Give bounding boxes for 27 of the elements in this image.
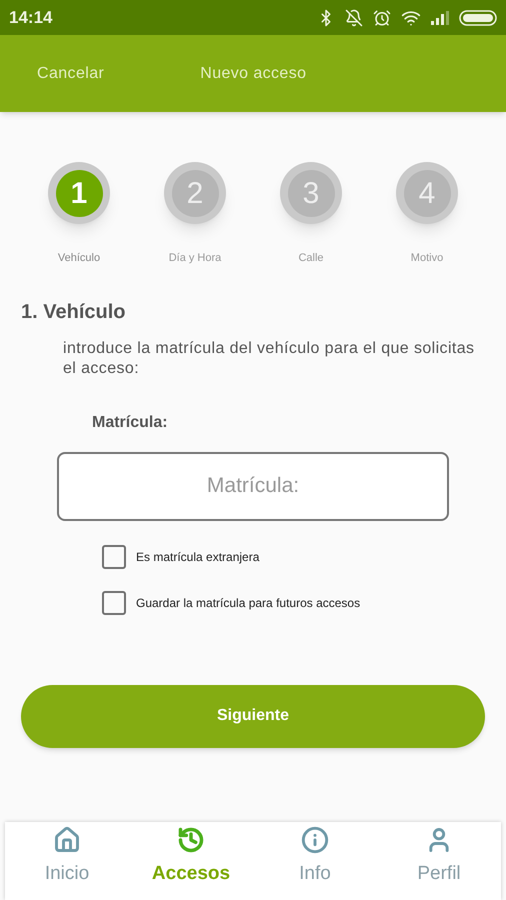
history-icon	[177, 826, 205, 854]
cancel-button[interactable]: Cancelar	[37, 62, 104, 86]
step-label: Vehículo	[58, 251, 100, 266]
info-icon	[301, 826, 329, 854]
nav-tab[interactable]: Accesos	[129, 822, 253, 900]
signal-icon	[431, 10, 449, 24]
checkbox-label: Es matrícula extranjera	[136, 548, 260, 566]
instructions-text: introduce la matrícula del vehículo para el que solicitas el acceso:	[63, 338, 476, 378]
section-title: 1. Vehículo	[21, 300, 126, 324]
alarm-icon	[373, 8, 391, 26]
step-label: Día y Hora	[168, 251, 222, 266]
nav-tab[interactable]: Info	[253, 822, 377, 900]
nav-tab[interactable]: Inicio	[5, 822, 129, 900]
muted-bell-icon	[345, 8, 363, 26]
status-time: 14:14	[9, 6, 52, 29]
field-label: Matrícula:	[92, 412, 169, 432]
checkbox-label: Guardar la matrícula para futuros accesos	[136, 594, 360, 612]
next-button[interactable]: Siguiente	[21, 684, 485, 748]
battery-icon	[459, 10, 497, 26]
checkbox[interactable]	[102, 544, 126, 568]
step-label: Motivo	[410, 251, 444, 266]
plate-input[interactable]: Matrícula:	[57, 452, 449, 520]
checkbox[interactable]	[102, 590, 126, 614]
step-label: Calle	[298, 251, 324, 266]
home-icon	[53, 826, 81, 854]
nav-tab[interactable]: Perfil	[377, 822, 501, 900]
screen-title: Nuevo acceso	[200, 64, 306, 84]
